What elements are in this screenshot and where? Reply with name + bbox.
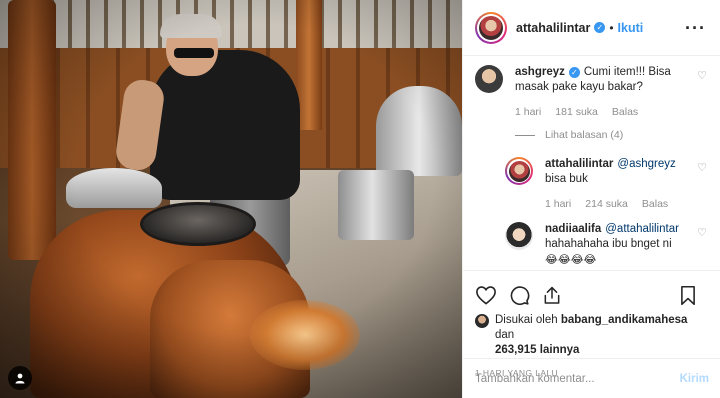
comment-reply-item: attahalilintar @ashgreyz bisa buk 1 hari …: [463, 149, 720, 212]
post-header: attahalilintar ✓ • Ikuti ···: [463, 0, 720, 56]
follow-button[interactable]: Ikuti: [618, 21, 644, 35]
comment-mention[interactable]: @ashgreyz: [617, 158, 675, 170]
likes-prefix: Disukai oleh: [495, 314, 558, 326]
liker-username[interactable]: babang_andikamahesa: [561, 314, 688, 326]
bookmark-icon: [681, 285, 695, 305]
comment-likes[interactable]: 181 suka: [555, 105, 598, 120]
comment-item: ashgreyz ✓ Cumi item!!! Bisa masak pake ka…: [463, 57, 720, 120]
person-icon: [15, 373, 25, 384]
heart-icon: [476, 286, 496, 305]
tagged-people-button[interactable]: [8, 366, 32, 390]
likes-count[interactable]: 263,915: [495, 344, 537, 356]
author-username[interactable]: attahalilintar: [516, 21, 590, 35]
add-comment-bar: Kirim: [463, 358, 720, 398]
view-replies-button[interactable]: Lihat balasan (4): [515, 129, 720, 141]
comment-likes[interactable]: 214 suka: [585, 197, 628, 212]
liker-avatar[interactable]: [475, 314, 489, 328]
comment-meta: 1 hari 214 suka Balas: [545, 197, 691, 212]
comment-icon: [510, 285, 530, 305]
view-replies-line: [515, 134, 535, 136]
save-button[interactable]: [679, 285, 697, 306]
comment-mention[interactable]: @attahalilintar: [605, 223, 679, 235]
comment-like-heart-icon[interactable]: ♡: [697, 226, 707, 239]
comment-time[interactable]: 1 hari: [515, 105, 541, 120]
verified-badge-icon: ✓: [594, 22, 606, 33]
commenter-avatar[interactable]: [505, 157, 533, 185]
comment-text: hahahahaha ibu bnget ni: [545, 238, 672, 250]
comment-text: bisa buk: [545, 173, 588, 185]
view-replies-label: Lihat balasan (4): [545, 129, 624, 141]
action-icons-row: [475, 277, 709, 313]
comment-username[interactable]: nadiiaalifa: [545, 223, 601, 235]
post-side-panel: attahalilintar ✓ • Ikuti ··· ashgreyz ✓ Cu…: [462, 0, 720, 398]
header-separator: •: [609, 20, 614, 35]
more-options-button[interactable]: ···: [685, 19, 706, 37]
comment-meta: 1 hari 181 suka Balas: [515, 105, 691, 120]
comment-time[interactable]: 1 hari: [545, 197, 571, 212]
comment-like-heart-icon[interactable]: ♡: [697, 69, 707, 82]
verified-badge-icon: ✓: [568, 67, 580, 78]
post-comment-button[interactable]: Kirim: [680, 373, 709, 385]
comment-reply-button[interactable]: Balas: [642, 197, 668, 212]
comment-username[interactable]: ashgreyz: [515, 66, 565, 78]
photo-vignette: [0, 0, 462, 398]
author-avatar[interactable]: [475, 11, 507, 44]
post-photo[interactable]: [0, 0, 462, 398]
comment-input[interactable]: [475, 372, 680, 385]
comment-reply-item: nadiiaalifa @attahalilintar hahahahaha ib…: [463, 214, 720, 267]
share-button[interactable]: [542, 285, 562, 306]
likes-and: dan: [495, 329, 515, 341]
comment-like-heart-icon[interactable]: ♡: [697, 161, 707, 174]
commenter-avatar[interactable]: [505, 222, 533, 250]
share-icon: [544, 286, 560, 304]
like-button[interactable]: [475, 285, 497, 305]
likes-suffix[interactable]: lainnya: [540, 344, 580, 356]
likes-summary: Disukai oleh babang_andikamahesa dan 263…: [475, 313, 709, 358]
comment-emoji: 😂😂😂😂: [545, 253, 597, 266]
comments-list: ashgreyz ✓ Cumi item!!! Bisa masak pake ka…: [463, 57, 720, 269]
comment-button[interactable]: [509, 285, 530, 306]
commenter-avatar[interactable]: [475, 65, 503, 93]
comment-reply-button[interactable]: Balas: [612, 105, 638, 120]
comment-username[interactable]: attahalilintar: [545, 158, 613, 170]
